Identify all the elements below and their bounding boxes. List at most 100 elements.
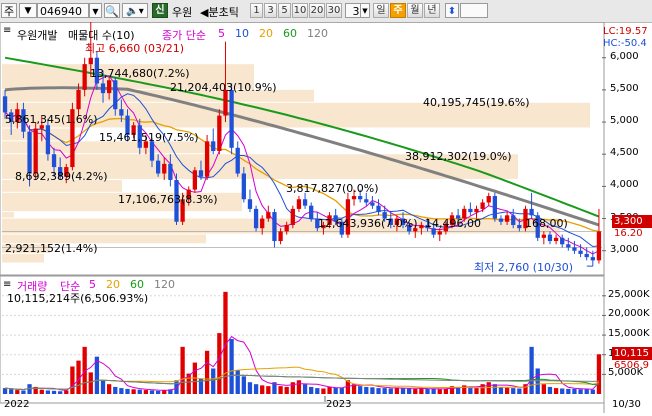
volume-bar (113, 386, 118, 394)
volume-bar (413, 388, 418, 394)
candle-body (480, 202, 485, 209)
candle-body (541, 234, 546, 238)
volume-bar (358, 386, 363, 394)
volume-bar (419, 388, 424, 394)
volume-profile-label-8: 3,817,827(0.0%) (286, 182, 379, 195)
volume-bar (2, 388, 8, 394)
candle-body (88, 57, 93, 65)
volume-y-tick: 25,000K (608, 288, 650, 300)
volume-profile-label-9: 12,643,936(7.0%) (318, 217, 418, 230)
tab-period-0[interactable]: 일 (373, 3, 389, 18)
vol-ma20-line (5, 366, 600, 391)
period-button-1[interactable]: 1 (250, 3, 263, 18)
code-dropdown-icon[interactable]: ▼ (89, 3, 102, 18)
volume-bar (425, 388, 430, 394)
volume-bar (15, 390, 20, 394)
candle-body (590, 257, 595, 261)
price-y-tick: 4,000 (610, 179, 639, 191)
volume-bar (229, 339, 234, 394)
volume-y-tick: 20,000K (608, 308, 650, 320)
candle-body (76, 89, 81, 110)
period-button-5[interactable]: 5 (278, 3, 291, 18)
x-tick-2022: 2022 (4, 399, 30, 410)
current-change-tag: 16.20 (614, 228, 643, 239)
volume-bar (407, 388, 412, 394)
candle-body (566, 244, 571, 248)
volume-bar (590, 389, 595, 394)
volume-bar (517, 388, 522, 394)
candle-body (358, 196, 363, 200)
volume-bar (125, 388, 130, 394)
market-select[interactable]: 주 (1, 3, 17, 18)
volume-bar (70, 366, 75, 394)
candle-body (284, 224, 289, 232)
volume-bar (321, 388, 326, 394)
period-button-10[interactable]: 10 (292, 3, 308, 18)
volume-bar (266, 386, 271, 394)
extra-input[interactable] (460, 3, 488, 18)
candle-body (198, 170, 204, 177)
price-y-tick: 6,000 (610, 50, 639, 62)
volume-profile-label-6: 8,692,389(4.2%) (15, 170, 108, 183)
volume-bar (58, 391, 63, 394)
volume-bar (388, 388, 393, 394)
volume-profile-label-5: 38,912,302(19.0%) (405, 150, 512, 163)
sound-alert-icon[interactable]: 🔈▾ (122, 3, 148, 18)
count-dropdown-icon[interactable]: ▼ (360, 3, 370, 18)
volume-bar (474, 387, 479, 394)
volume-bar (309, 386, 314, 394)
volume-y-tick: 15,000K (608, 328, 650, 340)
volume-bar (529, 346, 534, 394)
period-button-30[interactable]: 30 (326, 3, 342, 18)
volume-bar (553, 388, 559, 394)
candle-body (547, 234, 553, 242)
candle-body (486, 196, 491, 203)
current-volume-tag: 10,115 (612, 347, 652, 360)
candle-body (419, 224, 424, 229)
volume-bar (370, 387, 375, 394)
chart-menu-icon[interactable]: ≡ (3, 25, 11, 36)
candle-body (45, 125, 51, 155)
tab-period-1[interactable]: 주 (390, 3, 406, 18)
volume-menu-icon[interactable]: ≡ (3, 279, 11, 290)
volume-bar (107, 384, 112, 394)
search-icon[interactable]: 🔍 (104, 3, 120, 18)
stock-code-input[interactable]: 046940 (37, 3, 89, 18)
volume-profile-label-2: 40,195,745(19.6%) (423, 96, 530, 109)
hc-label: HC:-50.4 (603, 38, 647, 49)
volume-bar (584, 389, 589, 394)
volume-bar (437, 389, 442, 394)
candle-body (560, 237, 565, 245)
volume-bar (260, 385, 265, 394)
candle-body (204, 141, 210, 177)
price-ma-legend-20: 20 (259, 27, 273, 40)
volume-bar (382, 388, 387, 394)
tab-period-3[interactable]: 년 (424, 3, 440, 18)
period-button-20[interactable]: 20 (309, 3, 325, 18)
candle-body (107, 80, 112, 94)
volume-profile-label-0: 13,744,680(7.2%) (90, 67, 190, 80)
vol-ma5-line (5, 335, 600, 392)
volume-bar (235, 370, 240, 394)
market-dropdown-icon[interactable]: ▼ (19, 3, 37, 18)
volume-bar (137, 389, 142, 394)
candle-body (504, 215, 510, 222)
volume-bar (204, 350, 210, 394)
candle-body (192, 170, 197, 190)
current-volume-pct-tag: 6506.9 (614, 360, 649, 371)
tab-period-2[interactable]: 월 (407, 3, 423, 18)
low-price-label: 최저 2,760 (10/30) (474, 261, 574, 274)
candle-body (370, 202, 375, 206)
scroll-updown-icon[interactable]: ⬍ (445, 3, 459, 18)
candle-body (437, 231, 442, 235)
candle-body (217, 115, 222, 151)
tick-period-label[interactable]: ◀분초틱 (200, 4, 239, 20)
volume-bar (431, 388, 436, 394)
candle-body (278, 231, 283, 242)
volume-bar (400, 388, 406, 394)
volume-bar (51, 390, 57, 394)
volume-bar (149, 390, 155, 394)
period-button-3[interactable]: 3 (264, 3, 277, 18)
volume-bar (119, 388, 124, 394)
volume-bar (174, 380, 179, 394)
